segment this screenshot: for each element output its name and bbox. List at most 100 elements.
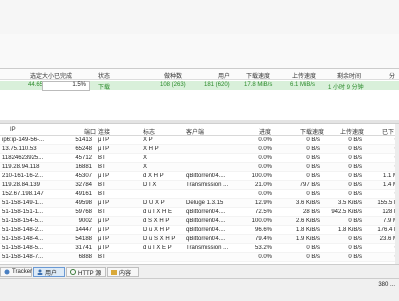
tab-http[interactable]: HTTP 源 <box>66 267 106 277</box>
peer-ip: 51-158-149-1... <box>2 200 44 206</box>
peer-row[interactable]: 51-158-151-1... 59768 BT d u I X H E qBittor… <box>0 208 399 217</box>
filter-area <box>0 34 399 69</box>
peer-down: 797 B/s <box>299 182 320 188</box>
peer-ip: 51-158-148-5... <box>2 245 44 251</box>
tab-tracker[interactable]: Tracker <box>0 267 32 277</box>
peer-up: 0 B/s <box>348 146 362 152</box>
peer-progress: 0.0% <box>258 191 272 197</box>
peer-up: 0 B/s <box>348 236 362 242</box>
peer-port: 31741 <box>75 245 92 251</box>
peer-down: 0 B/s <box>306 245 320 251</box>
tab-peers[interactable]: 用户 <box>33 267 65 277</box>
peer-port: 16881 <box>75 164 92 170</box>
peer-row[interactable]: 119.28.94.118 16881 BT X 0.0% 0 B/s 0 B/s 0 <box>0 163 399 172</box>
col-seeds[interactable]: 做种数 <box>164 71 182 80</box>
peer-row[interactable]: 210-161-16-2... 45307 μTP d X H P qBittorren… <box>0 172 399 181</box>
col-flags[interactable]: 标志 <box>143 127 155 136</box>
peer-dl: 155.5 K <box>377 200 398 206</box>
peer-row[interactable]: 51-158-148-4... 54188 μTP D u S X H P qBitto… <box>0 235 399 244</box>
col-peers[interactable]: 用户 <box>218 71 230 80</box>
peer-row[interactable]: 51-158-148-2... 14447 μTP D u X H P qBittorr… <box>0 226 399 235</box>
peer-dl: 176.4 K <box>377 227 398 233</box>
peer-ip: 119.28.94.118 <box>2 164 40 170</box>
col-status[interactable]: 状态 <box>98 71 110 80</box>
peer-progress: 0.0% <box>258 146 272 152</box>
peer-row[interactable]: 152.67.198.147 49161 BT 0.0% 0 B/s 0 B/s 0 <box>0 190 399 199</box>
peer-client: qBittorrent/4.... <box>186 209 226 215</box>
peer-row[interactable]: 119.28.84.139 32784 BT D I X Transmission ..… <box>0 181 399 190</box>
peer-down: 0 B/s <box>306 173 320 179</box>
peer-dl: 128 B <box>382 209 398 215</box>
torrent-table-header: 选定大小 已完成 状态 做种数 用户 下载速度 上传速度 剩余时间 分 <box>0 69 399 80</box>
peer-conn: BT <box>98 164 106 170</box>
peer-flags: D I X <box>143 182 157 188</box>
peer-port: 51413 <box>75 137 92 143</box>
peer-port: 45307 <box>75 173 92 179</box>
folder-icon <box>111 269 117 275</box>
col-peer-up[interactable]: 上传速度 <box>340 127 364 136</box>
peer-port: 14447 <box>75 227 92 233</box>
peer-client: Transmission ... <box>186 245 229 251</box>
col-connection[interactable]: 连接 <box>98 127 110 136</box>
peer-row[interactable]: ip6:ip-149-56-... 51413 μTP X P 0.0% 0 B/s 0 B… <box>0 136 399 145</box>
peer-progress: 0.0% <box>258 254 272 260</box>
peer-up: 0 B/s <box>348 164 362 170</box>
col-peer-down[interactable]: 下载速度 <box>300 127 324 136</box>
peer-progress: 96.6% <box>254 227 272 233</box>
tab-content[interactable]: 内容 <box>107 267 139 277</box>
col-done[interactable]: 已完成 <box>54 71 72 80</box>
torrent-eta: 1 小时 9 分钟 <box>328 85 364 91</box>
peer-conn: μTP <box>98 173 110 179</box>
peers-table: IP 端口 连接 标志 客户端 进度 下载速度 上传速度 已下 ip6:ip-1… <box>0 123 399 265</box>
peer-dl: 0 <box>370 191 398 197</box>
peer-port: 6888 <box>78 254 92 260</box>
peer-row[interactable]: 11824623925... 45712 BT X 0.0% 0 B/s 0 B/s 0 <box>0 154 399 163</box>
peer-port: 32784 <box>75 182 92 188</box>
peer-flags: d X H P <box>143 173 164 179</box>
peer-down: 0 B/s <box>306 146 320 152</box>
peer-row[interactable]: 51-158-148-5... 31741 μTP d u I X E P Transm… <box>0 244 399 253</box>
peer-ip: 51-158-148-4... <box>2 236 44 242</box>
col-down-speed[interactable]: 下载速度 <box>246 71 270 80</box>
peer-conn: μTP <box>98 245 110 251</box>
col-up-speed[interactable]: 上传速度 <box>292 71 316 80</box>
scrollbar[interactable] <box>395 124 399 265</box>
peers-table-header: IP 端口 连接 标志 客户端 进度 下载速度 上传速度 已下 <box>0 124 399 136</box>
peer-up: 942.5 KiB/s <box>331 209 362 215</box>
col-size[interactable]: 选定大小 <box>30 71 54 80</box>
peer-conn: BT <box>98 254 106 260</box>
peer-client: qBittorrent/4.... <box>186 218 226 224</box>
status-bar: 380 ... <box>0 278 399 301</box>
peer-row[interactable]: 51-158-148-7... 6888 BT 0.0% 0 B/s 0 B/s 0 <box>0 253 399 262</box>
tab-peers-label: 用户 <box>45 270 58 277</box>
col-eta[interactable]: 剩余时间 <box>337 71 361 80</box>
col-downloaded[interactable]: 已下 <box>382 127 394 136</box>
peer-down: 0 B/s <box>306 137 320 143</box>
col-category[interactable]: 分 <box>389 71 395 80</box>
peer-port: 54188 <box>75 236 92 242</box>
peer-progress: 53.2% <box>254 245 272 251</box>
peer-flags: X H P <box>143 146 159 152</box>
peer-flags: X <box>143 155 148 161</box>
peer-row[interactable]: 51-158-149-1... 49598 μTP D U X P Deluge 1.3… <box>0 199 399 208</box>
peer-up: 0 B/s <box>348 191 362 197</box>
col-port[interactable]: 端口 <box>84 127 96 136</box>
peer-client: Deluge 1.3.15 <box>186 200 224 206</box>
peer-row[interactable]: 13.75.110.53 65248 μTP X H P 0.0% 0 B/s 0 B/s 0 <box>0 145 399 154</box>
tab-http-label: HTTP 源 <box>78 270 102 277</box>
peer-down: 0 B/s <box>306 191 320 197</box>
torrent-down-speed: 17.8 MiB/s <box>244 82 273 88</box>
torrent-row-selected[interactable]: 44.65 GiB 1.5% 下载 108 (263) 181 (620) 17… <box>0 81 399 91</box>
peer-up: 3.5 KiB/s <box>337 200 362 206</box>
peer-dl: 0 <box>370 137 398 143</box>
peer-flags: D U X P <box>143 200 165 206</box>
tracker-icon <box>4 269 10 275</box>
peer-flags: d u I X E P <box>143 245 172 251</box>
col-ip[interactable]: IP <box>10 127 16 133</box>
col-client[interactable]: 客户端 <box>186 127 204 136</box>
peer-dl: 0 <box>370 155 398 161</box>
col-progress[interactable]: 进度 <box>259 127 271 136</box>
torrent-status: 下载 <box>98 85 111 91</box>
peer-row[interactable]: 51-158-154-5... 9002 μTP d S X H P qBittorre… <box>0 217 399 226</box>
torrent-table: 选定大小 已完成 状态 做种数 用户 下载速度 上传速度 剩余时间 分 44.6… <box>0 68 399 121</box>
